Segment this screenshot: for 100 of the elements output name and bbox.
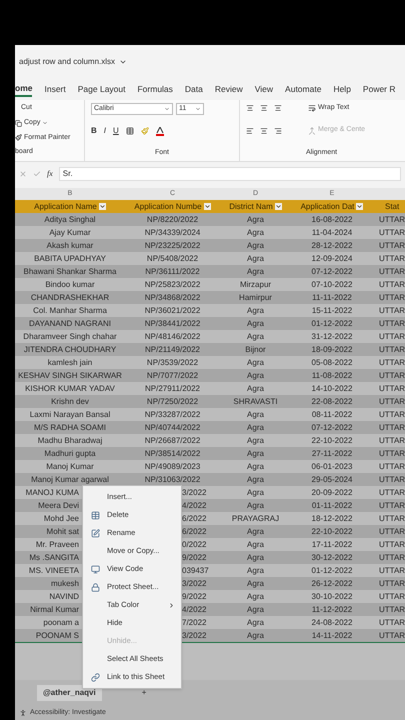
ribbon-tab[interactable]: View [254, 81, 274, 97]
table-cell: Agra [247, 266, 264, 278]
table-cell: UTTAR [379, 630, 405, 642]
table-cell: 17-11-2022 [312, 538, 352, 550]
table-cell: UTTAR [379, 422, 405, 434]
table-cell: Agra [247, 526, 264, 538]
table-cell: Agra [247, 304, 264, 316]
wrap-text-icon[interactable] [308, 104, 316, 112]
filter-icon[interactable] [98, 203, 106, 210]
table-cell: 28-12-2022 [312, 240, 352, 252]
table-cell: 3/2022 [182, 578, 206, 590]
align-center-icon[interactable] [260, 126, 268, 134]
table-cell: NP/38441/2022 [144, 318, 200, 330]
sheet-tab[interactable]: @ather_naqvi [37, 685, 102, 701]
italic-button[interactable]: I [104, 125, 106, 138]
table-cell: NP/36021/2022 [144, 304, 200, 316]
table-cell: 3/2022 [182, 486, 206, 498]
align-icon[interactable] [246, 104, 254, 112]
formula-field[interactable]: Sr. [58, 167, 401, 181]
table-cell: 30-10-2022 [312, 590, 352, 602]
fill-color-icon[interactable] [140, 127, 149, 136]
table-cell: poonam a [43, 616, 79, 628]
ribbon-tab[interactable]: Insert [44, 81, 66, 97]
caret-icon[interactable] [164, 106, 170, 112]
table-cell: 14-10-2022 [312, 382, 352, 394]
ribbon-tab[interactable]: Automate [285, 81, 322, 97]
table-cell: 27-11-2022 [312, 448, 352, 460]
table-cell: UTTAR [379, 578, 405, 590]
accessibility-icon[interactable] [19, 709, 27, 717]
table-cell: NP/33287/2022 [144, 408, 200, 420]
table-cell: NP/21149/2022 [144, 344, 200, 356]
table-cell: UTTAR [379, 240, 405, 252]
table-cell: NP/7250/2022 [146, 396, 198, 408]
brush-icon[interactable] [15, 134, 22, 142]
table-cell: UTTAR [379, 590, 405, 602]
ribbon-tab[interactable]: ome [15, 81, 32, 97]
function-button[interactable]: fx [47, 168, 53, 180]
table-cell: Ajay Kumar [49, 226, 91, 238]
filter-icon[interactable] [274, 203, 282, 210]
ribbon-tab[interactable]: Help [333, 81, 351, 97]
table-cell: NP/31063/2022 [144, 474, 200, 486]
table-cell: 6/2022 [182, 526, 206, 538]
table-cell: NP/48146/2022 [144, 330, 200, 342]
caret-icon[interactable] [42, 120, 48, 126]
table-cell: UTTAR [379, 252, 405, 264]
table-cell: SHRAVASTI [233, 396, 278, 408]
table-cell: Agra [247, 370, 264, 382]
table-cell: Agra [247, 460, 264, 472]
table-cell: Krishn dev [51, 396, 89, 408]
ribbon-tab[interactable]: Review [214, 81, 243, 97]
table-icon [91, 510, 100, 520]
table-cell: UTTAR [379, 604, 405, 616]
table-cell: MS. VINEETA [28, 564, 79, 576]
table-cell: UTTAR [379, 266, 405, 278]
table-cell: UTTAR [379, 356, 405, 368]
table-cell: Manoj Kumar agarwal [31, 474, 109, 486]
table-cell: Agra [247, 356, 264, 368]
align-left-icon[interactable] [246, 126, 254, 134]
table-header: District Nam [229, 200, 273, 212]
table-cell: Agra [247, 604, 264, 616]
table-cell: 22-08-2022 [312, 396, 352, 408]
table-cell: 11-12-2022 [312, 604, 352, 616]
table-cell: 08-11-2022 [312, 408, 352, 420]
filter-icon[interactable] [356, 203, 364, 210]
copy-icon[interactable] [15, 120, 22, 127]
filter-icon[interactable] [204, 203, 211, 210]
borders-icon[interactable] [126, 127, 134, 136]
table-cell: 01-11-2022 [312, 500, 352, 512]
align-right-icon[interactable] [274, 126, 282, 134]
table-cell: Agra [247, 214, 264, 226]
table-cell: Laxmi Narayan Bansal [30, 408, 110, 420]
table-cell: 07-10-2022 [312, 278, 352, 290]
bold-button[interactable]: B [91, 125, 97, 138]
table-cell: Agra [247, 616, 264, 628]
align-icon[interactable] [274, 104, 282, 112]
add-sheet-button[interactable]: + [142, 687, 146, 699]
table-cell: Agra [247, 382, 264, 394]
table-header: Application Dat [300, 200, 354, 212]
table-cell: Agra [247, 422, 264, 434]
table-cell: 18-12-2022 [312, 512, 352, 524]
table-cell: 11-11-2022 [312, 292, 352, 304]
table-cell: 30-12-2022 [312, 552, 352, 564]
ribbon-tab[interactable]: Data [184, 81, 203, 97]
ribbon-tab[interactable]: Formulas [137, 81, 173, 97]
table-cell: UTTAR [379, 396, 405, 408]
table-cell: NP/36111/2022 [145, 266, 200, 278]
caret-icon[interactable] [195, 106, 201, 112]
ribbon-tab[interactable]: Power R [362, 81, 396, 97]
table-cell: UTTAR [379, 408, 405, 420]
table-cell: Mohd Jee [44, 512, 79, 524]
font-color-icon[interactable] [156, 126, 164, 136]
table-cell: 9/2022 [182, 590, 206, 602]
table-cell: JITENDRA CHOUDHARY [24, 344, 116, 356]
table-cell: Agra [247, 330, 264, 342]
table-cell: Mirzapur [240, 278, 272, 290]
underline-button[interactable]: U [113, 125, 119, 138]
table-cell: NP/38514/2022 [144, 448, 200, 460]
align-icon[interactable] [260, 104, 268, 112]
ribbon-tab[interactable]: Page Layout [78, 81, 126, 97]
table-cell: 4/2022 [182, 500, 206, 512]
